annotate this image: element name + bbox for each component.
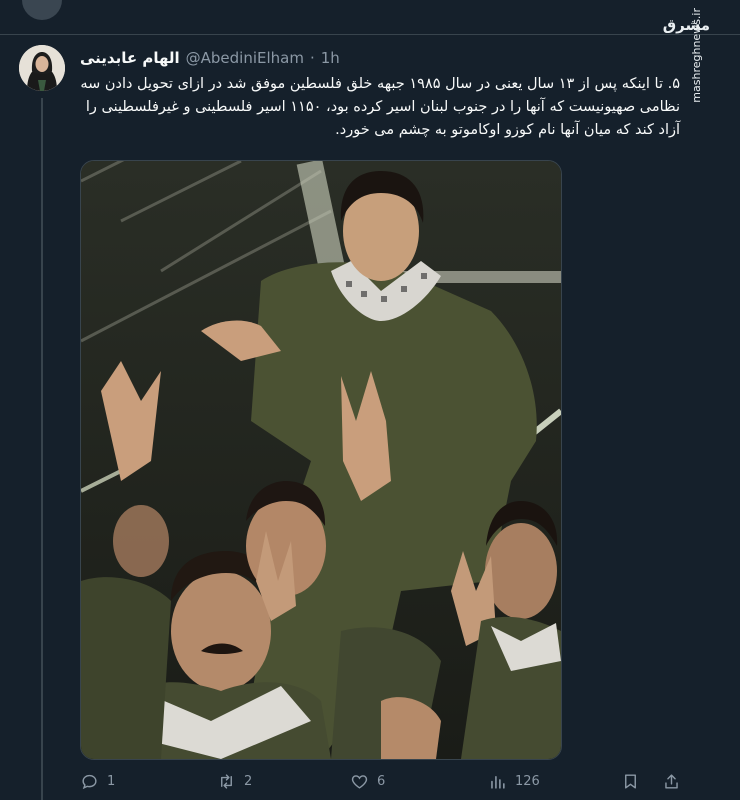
like-count: 6	[377, 774, 386, 789]
thread-line	[41, 98, 43, 800]
retweet-count: 2	[244, 774, 253, 789]
timestamp[interactable]: 1h	[321, 49, 340, 67]
news-watermark: مشرق mashreghnews.ir	[663, 8, 732, 126]
retweet-button[interactable]: 2	[217, 772, 252, 791]
separator-dot: ·	[309, 49, 315, 67]
reply-count: 1	[107, 774, 116, 789]
bookmark-button[interactable]	[621, 772, 640, 791]
tweet-text: ۵. تا اینکه پس از ۱۳ سال یعنی در سال ۱۹۸…	[80, 76, 680, 138]
retweet-icon	[221, 774, 232, 789]
display-name[interactable]: الهام عابدینی	[80, 49, 180, 67]
like-button[interactable]: 6	[350, 772, 385, 791]
bookmark-icon	[625, 774, 636, 789]
views-count: 126	[515, 774, 540, 789]
tweet-actions: 1 2 6 126	[80, 772, 690, 796]
avatar-image	[19, 45, 65, 91]
previous-avatar[interactable]	[22, 0, 62, 20]
watermark-url: mashreghnews.ir	[690, 8, 703, 103]
share-icon	[665, 774, 678, 789]
tweet-photo[interactable]	[80, 160, 562, 760]
user-handle[interactable]: @AbediniElham	[186, 49, 304, 67]
views-icon	[491, 775, 505, 789]
heart-icon	[351, 775, 368, 789]
reply-button[interactable]: 1	[80, 772, 115, 791]
tweet-header: الهام عابدینی @AbediniElham · 1h	[80, 49, 340, 67]
avatar[interactable]	[19, 45, 65, 91]
reply-icon	[82, 774, 97, 790]
previous-tweet-bottom	[0, 0, 740, 35]
share-button[interactable]	[662, 772, 681, 791]
views-button[interactable]: 126	[488, 772, 540, 791]
photo-image	[81, 161, 561, 759]
